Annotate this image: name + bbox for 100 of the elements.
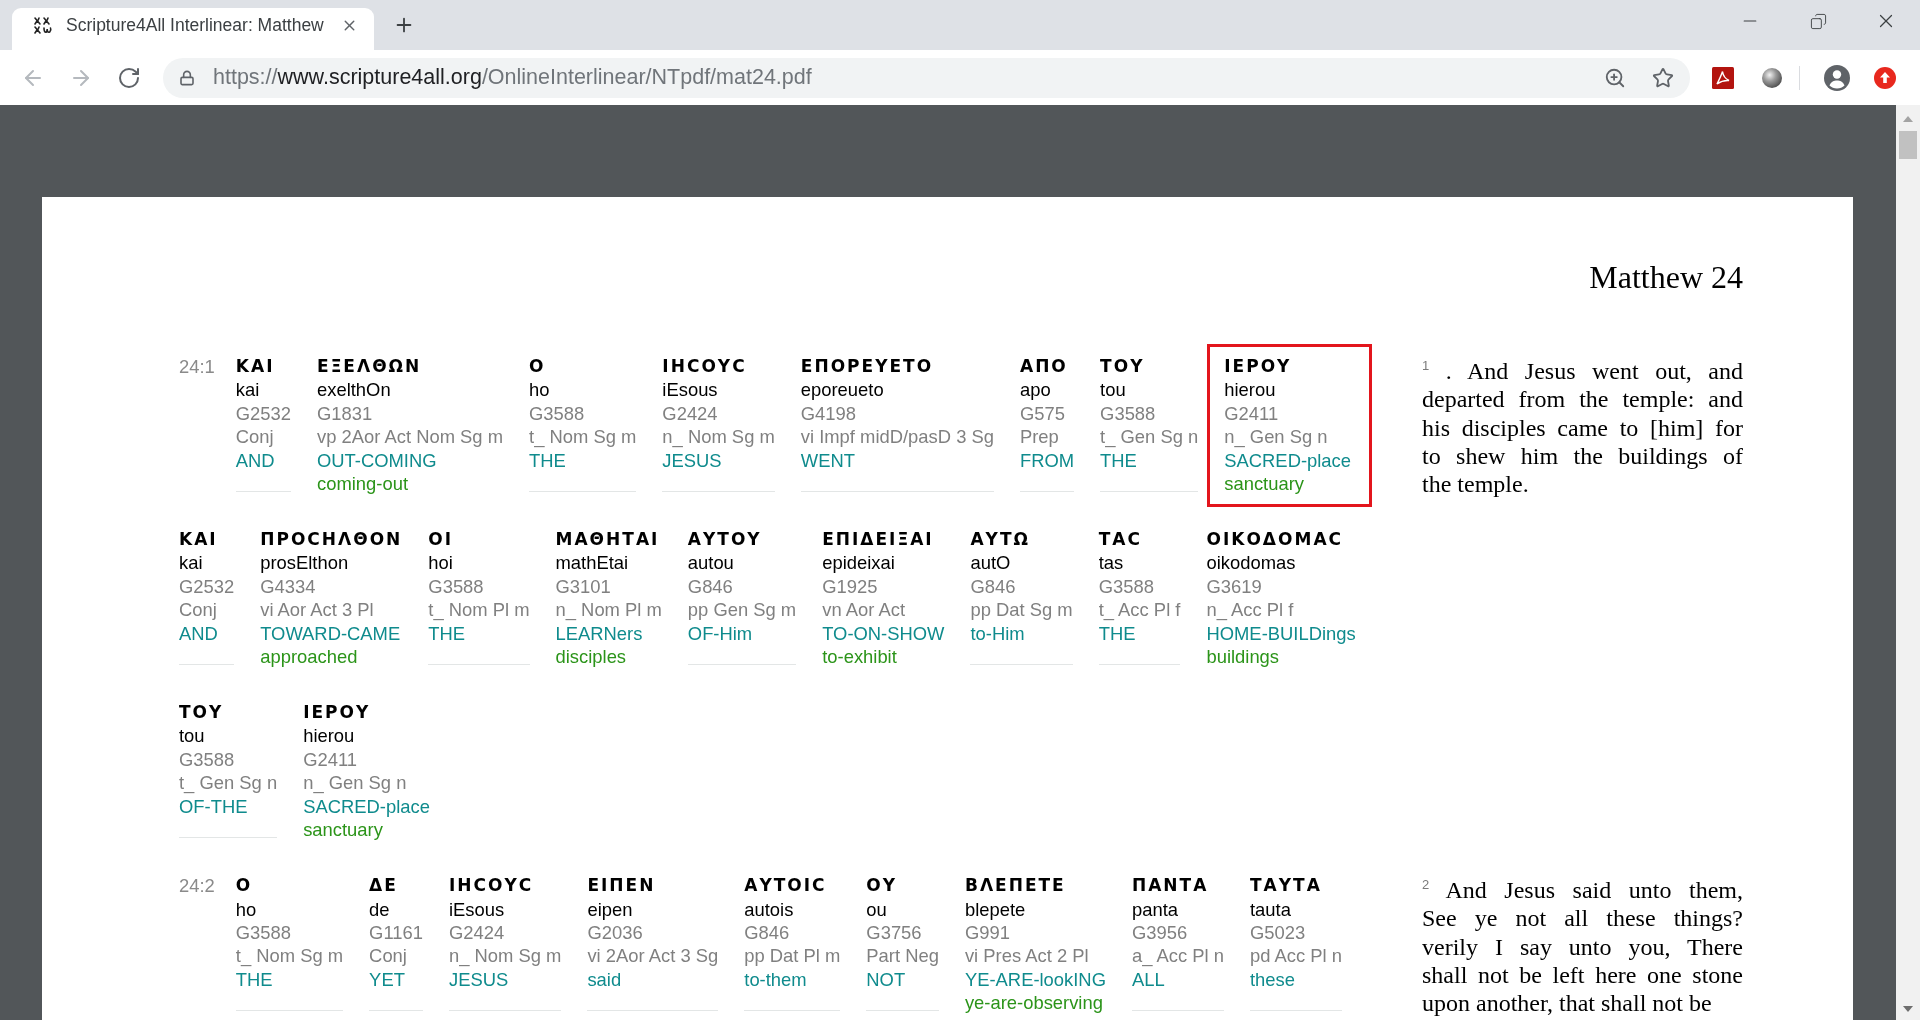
strong-number: G2424 bbox=[448, 920, 505, 945]
english-gloss: THE bbox=[529, 448, 566, 473]
strong-number: G2036 bbox=[587, 920, 643, 945]
english-gloss: SACRED-place bbox=[303, 794, 430, 819]
strong-number: G2424 bbox=[662, 401, 718, 426]
greek-word: ΜΑΘΗΤΑΙ bbox=[555, 528, 660, 552]
greek-word: ΕΙΠΕΝ bbox=[587, 874, 656, 898]
greek-word: ΚΑΙ bbox=[235, 355, 275, 378]
english-gloss: AND bbox=[235, 448, 275, 473]
greek-word: ΑΥΤΩ bbox=[970, 528, 1030, 552]
greek-word: ΑΥΤΟΥ bbox=[687, 528, 762, 552]
english-gloss: TOWARD-CAME bbox=[260, 621, 401, 646]
parsing-code: Conj bbox=[369, 944, 407, 968]
alt-gloss: approached bbox=[260, 645, 358, 669]
scrollbar[interactable] bbox=[1896, 105, 1920, 1020]
english-gloss: TO-ON-SHOW bbox=[822, 621, 945, 646]
english-gloss: these bbox=[1249, 967, 1295, 992]
document-title: Matthew 24 bbox=[1589, 259, 1743, 296]
parsing-code: pp Gen Sg m bbox=[687, 598, 797, 622]
transliteration: iEsous bbox=[662, 378, 718, 402]
alt-gloss: buildings bbox=[1206, 645, 1280, 669]
alt-gloss: disciples bbox=[555, 645, 627, 669]
greek-word: ΤΟΥ bbox=[1100, 355, 1145, 378]
alt-gloss: ye-are-observing bbox=[964, 991, 1103, 1015]
star-icon[interactable] bbox=[1652, 66, 1674, 89]
url-text[interactable]: https://www.scripture4all.org/OnlineInterlinear/NTpdf/mat24.pdf bbox=[213, 65, 812, 90]
greek-word: ΕΞΕΛΘΩΝ bbox=[317, 355, 422, 378]
parsing-code: Conj bbox=[179, 598, 217, 622]
strong-number: G3101 bbox=[555, 574, 611, 599]
strong-number: G3588 bbox=[179, 747, 235, 772]
greek-word: Ο bbox=[529, 355, 546, 378]
transliteration: eipen bbox=[587, 897, 633, 921]
greek-word: ΟΥ bbox=[866, 874, 898, 898]
parsing-code: vi Pres Act 2 Pl bbox=[964, 944, 1089, 968]
parsing-code: n_ Nom Pl m bbox=[555, 598, 662, 622]
restore-icon[interactable] bbox=[1809, 12, 1827, 30]
greek-word: ΙΕΡΟΥ bbox=[303, 701, 371, 725]
parsing-code: t_ Nom Sg m bbox=[529, 425, 637, 449]
greek-word: ΟΙΚΟΔΟΜΑϹ bbox=[1206, 528, 1343, 552]
parsing-code: t_ Acc Pl f bbox=[1098, 598, 1181, 622]
english-gloss: AND bbox=[179, 621, 218, 646]
pdf-extension-icon[interactable] bbox=[1712, 66, 1734, 89]
greek-word: ΟΙ bbox=[428, 528, 454, 552]
reload-icon[interactable] bbox=[117, 65, 141, 90]
greek-word: ΙΗϹΟΥϹ bbox=[448, 874, 534, 898]
scrollbar-thumb[interactable] bbox=[1899, 131, 1917, 159]
parsing-code: vp 2Aor Act Nom Sg m bbox=[317, 425, 504, 449]
verse-text: $^{2}$ And Jesus said unto them, See ye not all these things? verily I say unto you, There shall not be left here one stone upon another, that shall not be bbox=[1422, 876, 1743, 1018]
parsing-code: t_ Gen Sg n bbox=[1100, 425, 1199, 449]
parsing-code: pd Acc Pl n bbox=[1249, 944, 1342, 968]
english-gloss: ALL bbox=[1131, 967, 1165, 992]
strong-number: G3588 bbox=[428, 574, 484, 599]
verse-reference: 24:1 bbox=[179, 355, 215, 379]
transliteration: autois bbox=[744, 897, 794, 921]
transliteration: de bbox=[369, 897, 390, 921]
parsing-code: pp Dat Sg m bbox=[970, 598, 1073, 622]
parsing-code: t_ Gen Sg n bbox=[179, 771, 278, 795]
greek-word: ΙΕΡΟΥ bbox=[1224, 355, 1292, 378]
strong-number: G846 bbox=[970, 574, 1016, 599]
strong-number: G2411 bbox=[1224, 401, 1279, 426]
strong-number: G3588 bbox=[1098, 574, 1154, 599]
verse-reference: 24:2 bbox=[179, 874, 215, 898]
parsing-code: Conj bbox=[235, 425, 274, 449]
transliteration: panta bbox=[1131, 897, 1178, 921]
strong-number: G2532 bbox=[235, 401, 291, 426]
logo-icon bbox=[33, 16, 53, 34]
strong-number: G1925 bbox=[822, 574, 878, 599]
transliteration: prosElthon bbox=[260, 551, 349, 575]
transliteration: hoi bbox=[428, 551, 453, 575]
strong-number: G4198 bbox=[800, 401, 856, 426]
transliteration: epideixai bbox=[822, 551, 895, 575]
english-gloss: FROM bbox=[1019, 448, 1075, 473]
parsing-code: n_ Gen Sg n bbox=[303, 771, 407, 795]
parsing-code: n_ Nom Sg m bbox=[448, 944, 562, 968]
english-gloss: THE bbox=[1100, 448, 1137, 473]
lock-icon bbox=[179, 69, 195, 86]
strong-number: G3588 bbox=[1100, 401, 1156, 426]
browser-tab[interactable]: Scripture4All Interlinear: Matthew bbox=[12, 8, 374, 50]
parsing-code: t_ Nom Pl m bbox=[428, 598, 530, 622]
transliteration: iEsous bbox=[448, 897, 505, 921]
greek-word: ΚΑΙ bbox=[179, 528, 218, 552]
parsing-code: Part Neg bbox=[866, 944, 939, 968]
transliteration: kai bbox=[235, 378, 260, 402]
circle-extension-icon[interactable] bbox=[1762, 67, 1782, 88]
greek-word: ΙΗϹΟΥϹ bbox=[662, 355, 747, 378]
english-gloss: THE bbox=[428, 621, 466, 646]
account-icon[interactable] bbox=[1824, 64, 1850, 91]
transliteration: autou bbox=[687, 551, 734, 575]
strong-number: G3588 bbox=[235, 920, 291, 945]
parsing-code: vn Aor Act bbox=[822, 598, 905, 622]
english-gloss: SACRED-place bbox=[1224, 448, 1351, 473]
strong-number: G1831 bbox=[317, 401, 373, 426]
address-bar[interactable]: https://www.scripture4all.org/OnlineInterlinear/NTpdf/mat24.pdf bbox=[163, 57, 1690, 98]
english-gloss: HOME-BUILDings bbox=[1206, 621, 1356, 646]
zoom-icon[interactable] bbox=[1604, 66, 1626, 89]
transliteration: tauta bbox=[1249, 897, 1291, 921]
english-gloss: OF-THE bbox=[179, 794, 248, 819]
scroll-down-arrow-icon[interactable] bbox=[1903, 1006, 1913, 1012]
greek-word: ΔΕ bbox=[369, 874, 398, 898]
parsing-code: t_ Nom Sg m bbox=[235, 944, 344, 968]
